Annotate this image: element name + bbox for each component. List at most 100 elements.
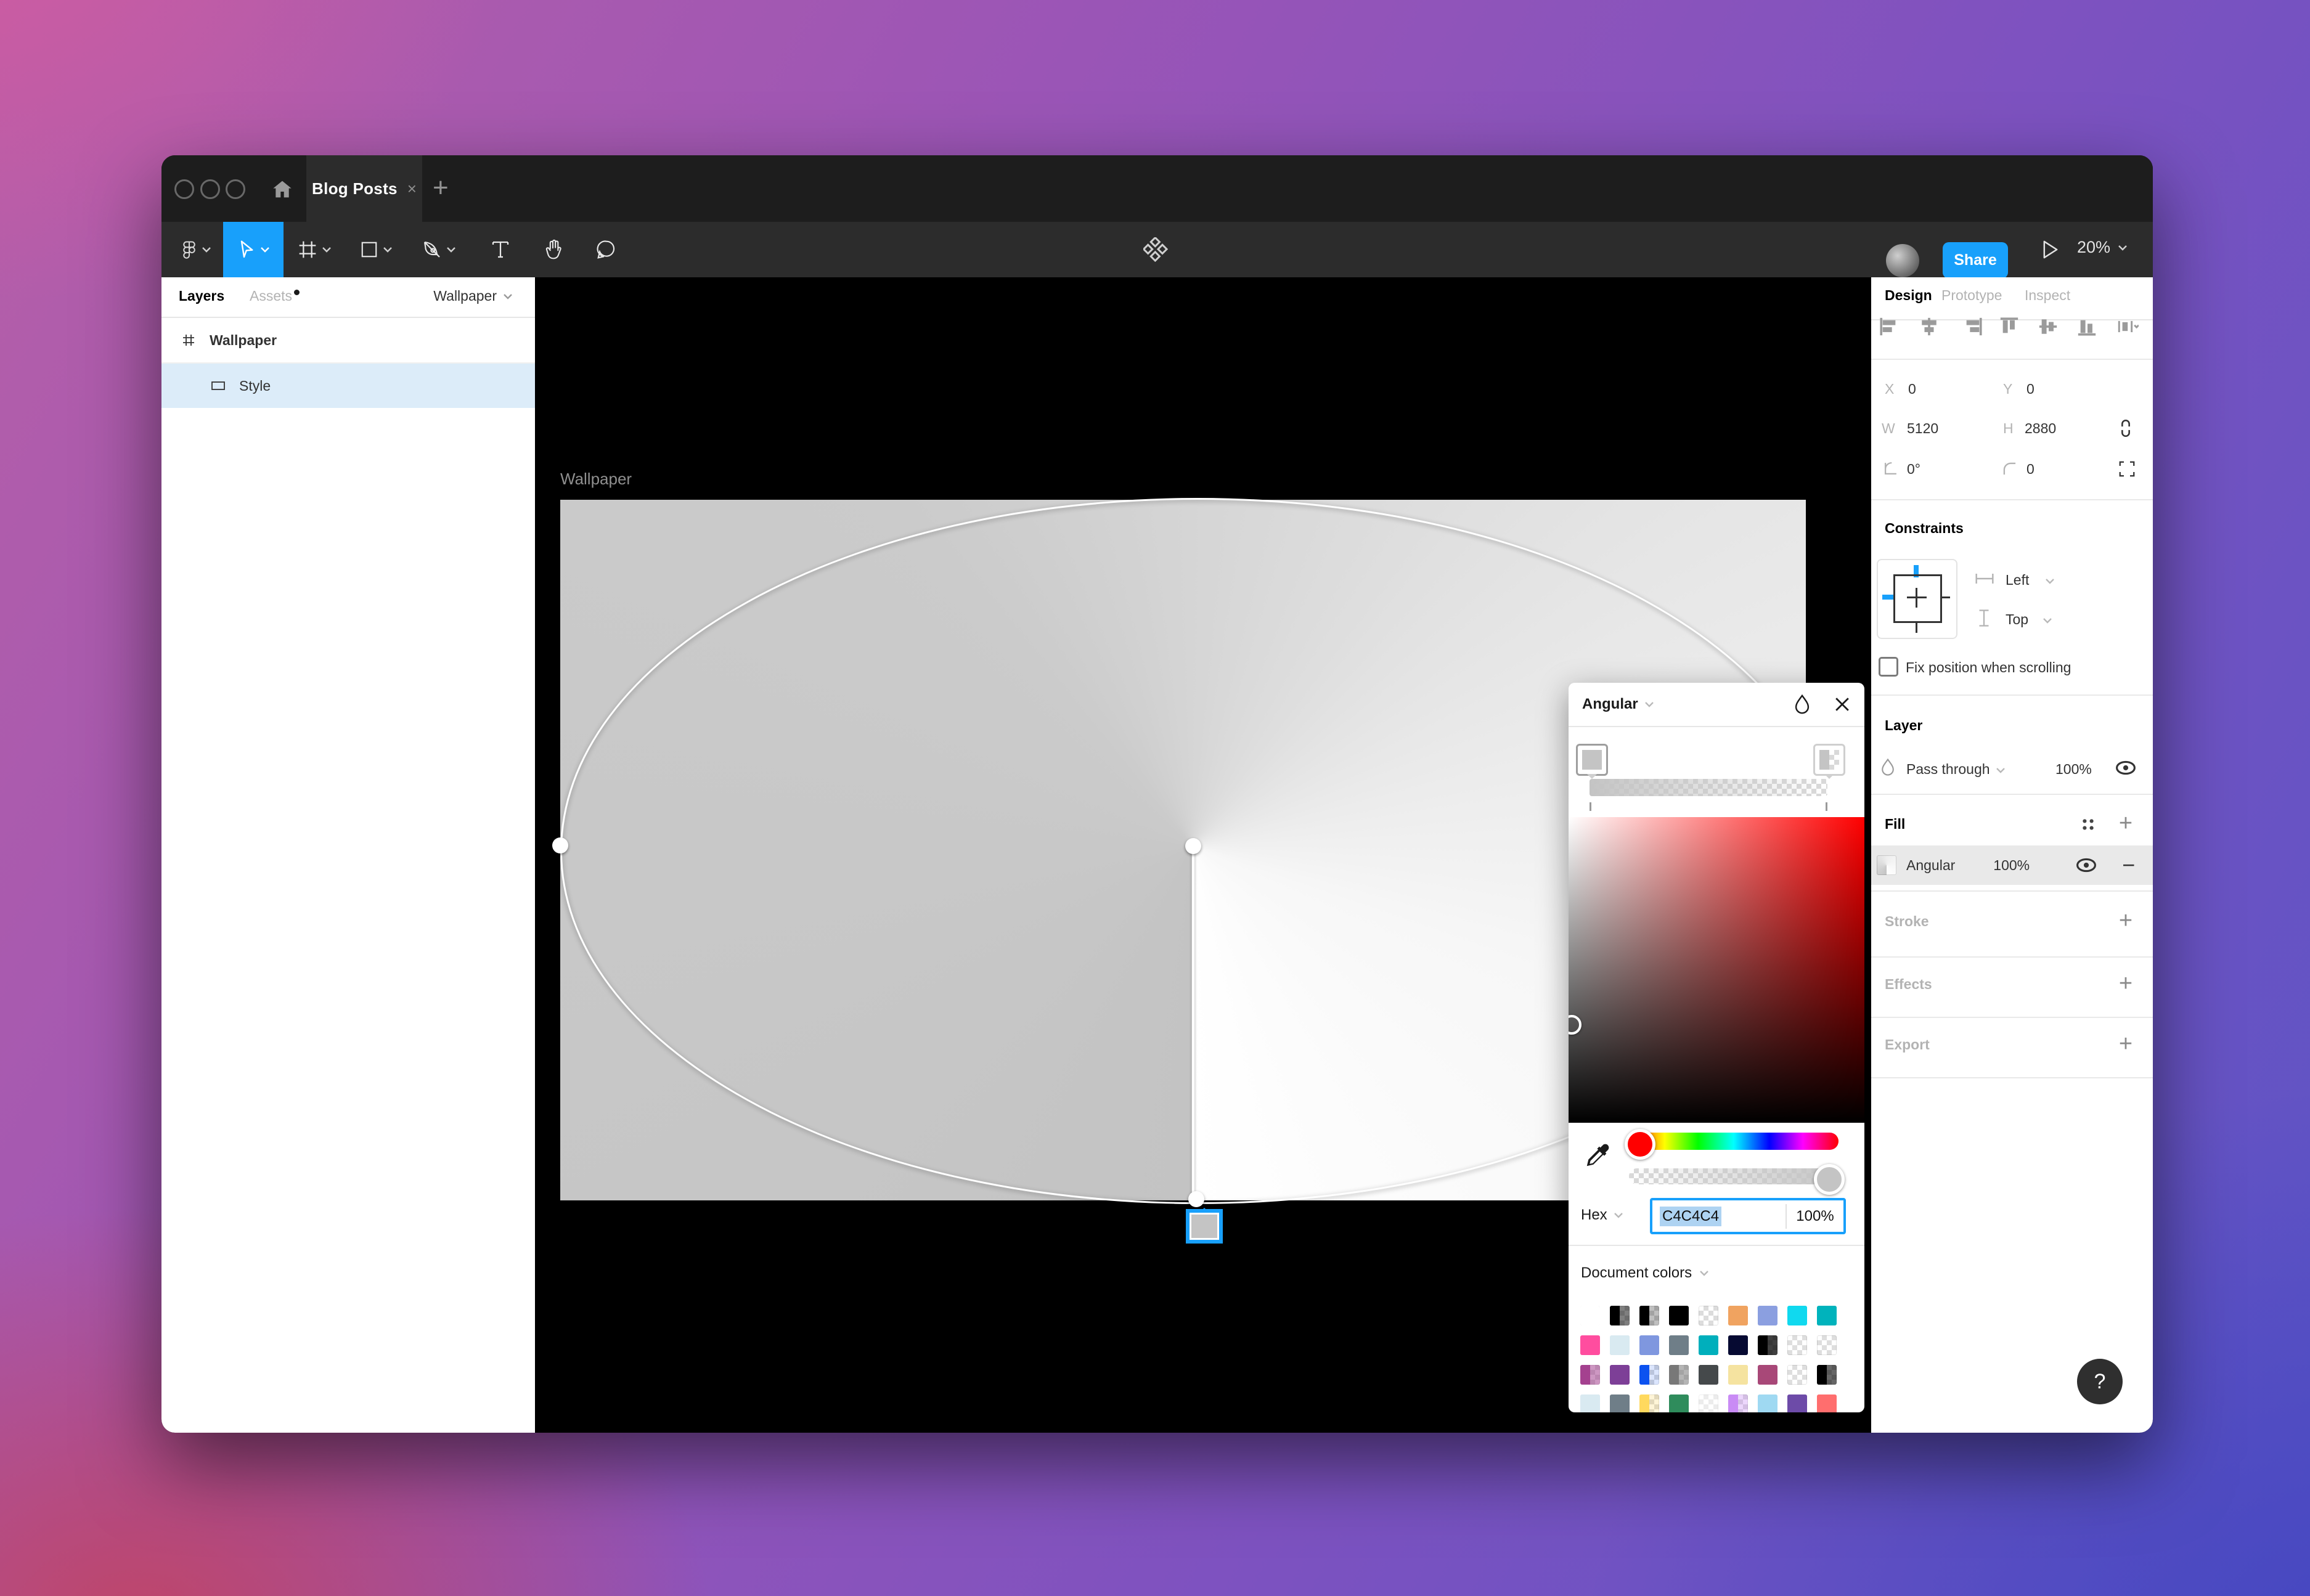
- align-bottom-icon[interactable]: [2076, 316, 2097, 337]
- hand-tool-button[interactable]: [529, 222, 578, 277]
- color-swatch[interactable]: [1580, 1335, 1600, 1355]
- gradient-axis-line[interactable]: [1192, 846, 1194, 1199]
- shape-tool-button[interactable]: [346, 222, 406, 277]
- color-swatch[interactable]: [1580, 1394, 1600, 1412]
- tab-blog-posts[interactable]: Blog Posts ×: [306, 155, 422, 222]
- fill-thumbnail[interactable]: [1877, 855, 1896, 875]
- eye-icon[interactable]: [2075, 858, 2097, 873]
- independent-corners-icon[interactable]: [2118, 460, 2136, 478]
- w-value[interactable]: 5120: [1907, 420, 1938, 437]
- fill-opacity[interactable]: 100%: [1993, 857, 2030, 874]
- saturation-cursor[interactable]: [1569, 1015, 1581, 1035]
- traffic-light-minimize[interactable]: [200, 179, 220, 199]
- fix-position-checkbox[interactable]: [1879, 657, 1898, 677]
- align-top-icon[interactable]: [1999, 316, 2020, 337]
- color-swatch[interactable]: [1728, 1365, 1748, 1385]
- align-right-icon[interactable]: [1962, 316, 1983, 337]
- layer-row-style[interactable]: Style: [161, 364, 535, 408]
- color-swatch[interactable]: [1639, 1394, 1659, 1412]
- page-selector[interactable]: Wallpaper: [433, 288, 513, 304]
- remove-fill-icon[interactable]: −: [2122, 852, 2135, 878]
- tab-layers[interactable]: Layers: [179, 288, 224, 304]
- fill-row[interactable]: Angular 100% −: [1871, 845, 2153, 885]
- color-swatch[interactable]: [1610, 1365, 1630, 1385]
- hex-input[interactable]: C4C4C4 100%: [1650, 1198, 1846, 1234]
- styles-icon[interactable]: [2079, 816, 2097, 833]
- constraints-widget[interactable]: [1877, 559, 1957, 639]
- y-value[interactable]: 0: [2026, 381, 2035, 397]
- tab-design[interactable]: Design: [1885, 287, 1932, 304]
- layer-opacity[interactable]: 100%: [2055, 761, 2092, 778]
- h-value[interactable]: 2880: [2025, 420, 2056, 437]
- tab-inspect[interactable]: Inspect: [2025, 287, 2070, 304]
- saturation-value-area[interactable]: [1569, 817, 1864, 1123]
- present-button[interactable]: [2032, 222, 2069, 277]
- constraint-bottom-tick[interactable]: [1916, 622, 1917, 633]
- add-stroke-button[interactable]: +: [2115, 910, 2137, 932]
- main-menu-button[interactable]: [169, 222, 223, 277]
- color-swatch[interactable]: [1639, 1335, 1659, 1355]
- color-swatch[interactable]: [1787, 1306, 1807, 1325]
- color-swatch[interactable]: [1787, 1394, 1807, 1412]
- x-value[interactable]: 0: [1908, 381, 1916, 397]
- color-swatch[interactable]: [1610, 1394, 1630, 1412]
- canvas[interactable]: Wallpaper Angular: [535, 277, 1871, 1433]
- close-tab-icon[interactable]: ×: [407, 181, 417, 197]
- layer-row-wallpaper[interactable]: Wallpaper: [161, 318, 535, 364]
- tab-assets[interactable]: Assets: [250, 288, 300, 304]
- gradient-stop-end[interactable]: [1813, 744, 1845, 776]
- constraint-right-tick[interactable]: [1940, 596, 1950, 598]
- avatar[interactable]: [1886, 244, 1919, 277]
- hex-value[interactable]: C4C4C4: [1660, 1207, 1721, 1226]
- color-swatch[interactable]: [1758, 1335, 1777, 1355]
- color-swatch[interactable]: [1699, 1335, 1718, 1355]
- color-swatch[interactable]: [1699, 1306, 1718, 1325]
- color-swatch[interactable]: [1669, 1335, 1689, 1355]
- color-swatch[interactable]: [1639, 1365, 1659, 1385]
- alpha-slider[interactable]: [1629, 1168, 1839, 1184]
- color-swatch[interactable]: [1817, 1394, 1837, 1412]
- gradient-type-dropdown[interactable]: Angular: [1582, 696, 1638, 713]
- distribute-icon[interactable]: [2118, 316, 2139, 337]
- constrain-proportions-icon[interactable]: [2116, 418, 2135, 439]
- color-format-dropdown[interactable]: Hex: [1581, 1207, 1623, 1224]
- color-swatch[interactable]: [1610, 1306, 1630, 1325]
- color-swatch[interactable]: [1758, 1394, 1777, 1412]
- color-swatch[interactable]: [1787, 1365, 1807, 1385]
- color-swatch[interactable]: [1728, 1306, 1748, 1325]
- hue-thumb[interactable]: [1625, 1129, 1655, 1160]
- eyedropper-icon[interactable]: [1583, 1141, 1612, 1170]
- new-tab-button[interactable]: +: [433, 173, 449, 203]
- color-swatch[interactable]: [1817, 1335, 1837, 1355]
- blend-droplet-icon[interactable]: [1793, 694, 1811, 715]
- pen-tool-button[interactable]: [409, 222, 468, 277]
- color-swatch[interactable]: [1669, 1306, 1689, 1325]
- color-swatch[interactable]: [1758, 1306, 1777, 1325]
- tab-prototype[interactable]: Prototype: [1941, 287, 2002, 304]
- vertical-constraint-value[interactable]: Top: [2006, 611, 2028, 628]
- blend-mode-dropdown[interactable]: Pass through: [1906, 761, 1990, 778]
- color-swatch[interactable]: [1758, 1365, 1777, 1385]
- canvas-frame-label[interactable]: Wallpaper: [560, 470, 632, 489]
- color-swatch[interactable]: [1699, 1365, 1718, 1385]
- gradient-stop-handle[interactable]: [1186, 1209, 1223, 1244]
- traffic-light-close[interactable]: [174, 179, 194, 199]
- color-swatch[interactable]: [1669, 1394, 1689, 1412]
- color-swatch[interactable]: [1817, 1365, 1837, 1385]
- eye-icon[interactable]: [2115, 760, 2137, 775]
- color-swatch[interactable]: [1639, 1306, 1659, 1325]
- color-swatch[interactable]: [1580, 1365, 1600, 1385]
- horizontal-constraint-value[interactable]: Left: [2006, 572, 2029, 588]
- gradient-center-handle[interactable]: [1185, 838, 1201, 854]
- align-left-icon[interactable]: [1879, 316, 1900, 337]
- color-swatch[interactable]: [1699, 1394, 1718, 1412]
- home-icon[interactable]: [272, 180, 292, 198]
- add-fill-button[interactable]: +: [2115, 812, 2137, 834]
- hue-slider[interactable]: [1629, 1133, 1839, 1150]
- text-tool-button[interactable]: [476, 222, 525, 277]
- close-icon[interactable]: [1834, 696, 1851, 713]
- color-swatch[interactable]: [1787, 1335, 1807, 1355]
- move-tool-button[interactable]: [223, 222, 284, 277]
- zoom-selector[interactable]: 20%: [2077, 238, 2128, 257]
- color-swatch[interactable]: [1610, 1335, 1630, 1355]
